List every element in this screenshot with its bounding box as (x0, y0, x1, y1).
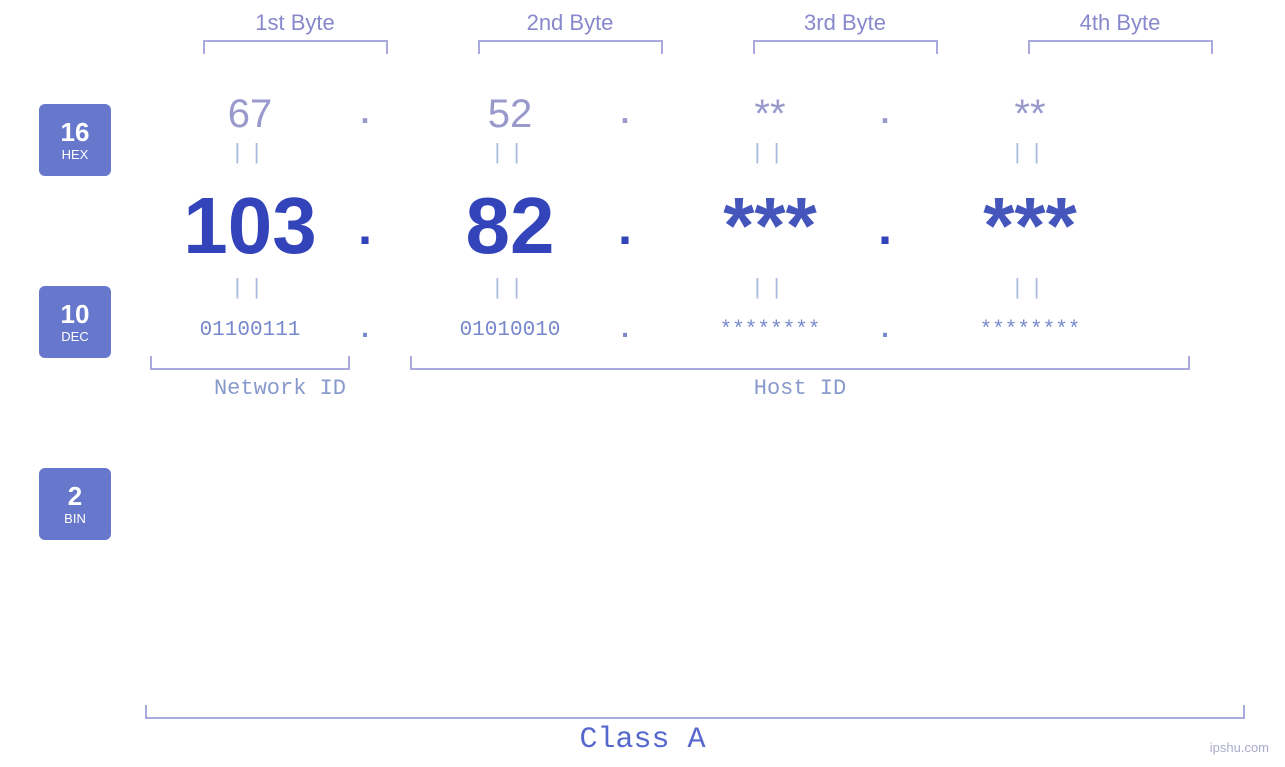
host-bracket (410, 356, 1190, 370)
bracket-2 (478, 40, 663, 54)
bottom-inner-bracket-row (130, 356, 1285, 370)
sep-cell-3: || (670, 141, 930, 166)
watermark: ipshu.com (1210, 739, 1269, 757)
bin-dot-2: . (610, 315, 640, 346)
dec-row: 103 . 82 . *** . *** (130, 180, 1285, 272)
hex-dot-2: . (610, 96, 640, 133)
hex-value-3: ** (670, 92, 870, 137)
network-id-container: Network ID (150, 376, 410, 401)
dec-value-4: *** (930, 180, 1130, 272)
sep2-cell-1: || (150, 276, 410, 301)
hex-row: 67 . 52 . ** . ** (130, 92, 1285, 137)
id-labels-row: Network ID Host ID (130, 376, 1285, 401)
bin-value-2: 01010010 (410, 319, 610, 342)
class-label-container: Class A (0, 723, 1285, 757)
sep-3: || (670, 141, 870, 166)
hex-badge-label: HEX (62, 147, 89, 162)
bracket-gap-1 (350, 356, 410, 370)
main-container: 1st Byte 2nd Byte 3rd Byte 4th Byte 16 H… (0, 0, 1285, 767)
sep-cell-2: || (410, 141, 670, 166)
bracket-1 (203, 40, 388, 54)
bin-value-4: ******** (930, 319, 1130, 342)
bin-dot-1: . (350, 315, 380, 346)
badges-column: 16 HEX 10 DEC 2 BIN (0, 104, 130, 540)
hex-cell-1: 67 . (150, 92, 410, 137)
content-area: 16 HEX 10 DEC 2 BIN 67 . 52 (0, 74, 1285, 540)
bracket-3 (753, 40, 938, 54)
bin-value-1: 01100111 (150, 319, 350, 342)
hex-cell-4: ** (930, 92, 1190, 137)
network-bracket (150, 356, 350, 370)
sep2-cell-4: || (930, 276, 1190, 301)
data-columns: 67 . 52 . ** . ** || (130, 74, 1285, 401)
dec-dot-2: . (610, 203, 640, 260)
hex-dot-1: . (350, 96, 380, 133)
sep-cell-4: || (930, 141, 1190, 166)
bin-badge-number: 2 (68, 483, 82, 509)
sep2-1: || (150, 276, 350, 301)
network-id-label: Network ID (214, 376, 346, 401)
bin-cell-2: 01010010 . (410, 315, 670, 346)
dec-cell-2: 82 . (410, 180, 670, 272)
dec-cell-3: *** . (670, 180, 930, 272)
bin-badge: 2 BIN (39, 468, 111, 540)
top-bracket-row (158, 40, 1258, 54)
dec-badge-number: 10 (61, 301, 90, 327)
hex-cell-3: ** . (670, 92, 930, 137)
hex-value-1: 67 (150, 92, 350, 137)
bin-dot-3: . (870, 315, 900, 346)
sep2-cell-3: || (670, 276, 930, 301)
dec-dot-3: . (870, 203, 900, 260)
sep2-3: || (670, 276, 870, 301)
bin-cell-1: 01100111 . (150, 315, 410, 346)
class-bracket (145, 705, 1245, 719)
host-id-label: Host ID (754, 376, 846, 401)
sep-4: || (930, 141, 1130, 166)
byte-header-2: 2nd Byte (460, 10, 680, 36)
bin-badge-label: BIN (64, 511, 86, 526)
byte-header-1: 1st Byte (185, 10, 405, 36)
sep-1: || (150, 141, 350, 166)
bracket-4 (1028, 40, 1213, 54)
separator-row-2: || || || || (130, 276, 1285, 301)
dec-value-2: 82 (410, 180, 610, 272)
hex-value-2: 52 (410, 92, 610, 137)
byte-headers: 1st Byte 2nd Byte 3rd Byte 4th Byte (158, 10, 1258, 36)
bin-row: 01100111 . 01010010 . ******** . *******… (130, 315, 1285, 346)
bin-value-3: ******** (670, 319, 870, 342)
hex-value-4: ** (930, 92, 1130, 137)
hex-badge-number: 16 (61, 119, 90, 145)
dec-value-3: *** (670, 180, 870, 272)
hex-dot-3: . (870, 96, 900, 133)
sep-cell-1: || (150, 141, 410, 166)
sep-2: || (410, 141, 610, 166)
hex-cell-2: 52 . (410, 92, 670, 137)
dec-badge-label: DEC (61, 329, 88, 344)
dec-value-1: 103 (150, 180, 350, 272)
bin-cell-3: ******** . (670, 315, 930, 346)
byte-header-4: 4th Byte (1010, 10, 1230, 36)
host-id-container: Host ID (410, 376, 1190, 401)
dec-dot-1: . (350, 203, 380, 260)
class-label: Class A (579, 723, 705, 757)
watermark-text: ipshu.com (1210, 740, 1269, 755)
sep2-cell-2: || (410, 276, 670, 301)
byte-header-3: 3rd Byte (735, 10, 955, 36)
sep2-4: || (930, 276, 1130, 301)
hex-badge: 16 HEX (39, 104, 111, 176)
separator-row-1: || || || || (130, 141, 1285, 166)
dec-cell-1: 103 . (150, 180, 410, 272)
dec-cell-4: *** (930, 180, 1190, 272)
bin-cell-4: ******** (930, 319, 1190, 342)
dec-badge: 10 DEC (39, 286, 111, 358)
sep2-2: || (410, 276, 610, 301)
